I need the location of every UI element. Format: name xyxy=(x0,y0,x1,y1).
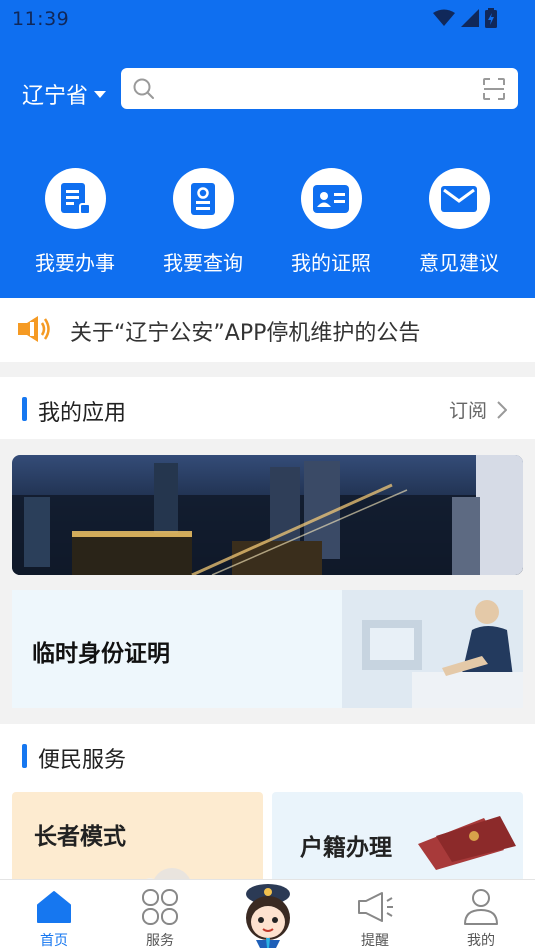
tab-mascot[interactable] xyxy=(228,880,308,951)
my-apps-section: 我的应用 订阅 xyxy=(0,377,535,439)
household-registration-card[interactable]: 户籍办理 xyxy=(272,792,523,892)
quick-action-feedback[interactable]: 意见建议 xyxy=(395,168,523,276)
tab-reminders[interactable]: 提醒 xyxy=(335,880,415,951)
temporary-id-banner[interactable]: 临时身份证明 xyxy=(12,590,523,708)
chevron-right-icon xyxy=(497,400,507,419)
tab-home-label: 首页 xyxy=(40,933,68,949)
scan-icon[interactable] xyxy=(483,78,505,100)
quick-action-label: 我要查询 xyxy=(163,251,243,275)
bottom-tab-bar: 首页 服务 提醒 我的 xyxy=(0,879,535,951)
tab-services[interactable]: 服务 xyxy=(120,880,200,951)
temporary-id-title: 临时身份证明 xyxy=(32,641,170,667)
signal-icon xyxy=(461,9,479,27)
query-icon xyxy=(172,168,234,229)
notice-text: 关于“辽宁公安”APP停机维护的公告 xyxy=(70,321,421,346)
services-grid-icon xyxy=(141,888,179,926)
elder-mode-card[interactable]: 长者模式 xyxy=(12,792,263,892)
battery-icon xyxy=(485,8,497,28)
quick-action-label: 我要办事 xyxy=(35,251,115,275)
section-marker xyxy=(22,397,27,421)
status-icons xyxy=(433,8,497,28)
services-section: 便民服务 长者模式 户籍办理 xyxy=(0,724,535,892)
quick-action-handle[interactable]: 我要办事 xyxy=(11,168,139,276)
quick-action-licenses[interactable]: 我的证照 xyxy=(267,168,395,276)
region-selector[interactable]: 辽宁省 xyxy=(22,78,107,110)
my-apps-title: 我的应用 xyxy=(38,401,127,426)
section-marker xyxy=(22,744,27,768)
user-icon xyxy=(463,888,499,926)
tab-home[interactable]: 首页 xyxy=(14,880,94,951)
wifi-icon xyxy=(433,9,455,26)
megaphone-icon xyxy=(356,888,394,926)
status-time: 11:39 xyxy=(12,8,70,30)
tab-profile[interactable]: 我的 xyxy=(441,880,521,951)
notice-bar[interactable]: 关于“辽宁公安”APP停机维护的公告 xyxy=(0,298,535,362)
quick-action-label: 意见建议 xyxy=(419,251,499,275)
speaker-icon xyxy=(18,316,50,342)
caret-down-icon xyxy=(94,90,107,98)
search-icon xyxy=(133,78,154,99)
search-input[interactable] xyxy=(121,68,518,109)
home-icon xyxy=(36,888,72,926)
quick-action-query[interactable]: 我要查询 xyxy=(139,168,267,276)
hukou-booklet-icon xyxy=(418,816,516,870)
services-title: 便民服务 xyxy=(38,748,127,773)
household-registration-label: 户籍办理 xyxy=(300,835,392,861)
document-icon xyxy=(44,168,106,229)
quick-action-label: 我的证照 xyxy=(291,251,371,275)
region-label: 辽宁省 xyxy=(22,84,89,109)
tab-reminders-label: 提醒 xyxy=(361,933,389,949)
subscribe-label: 订阅 xyxy=(448,400,487,422)
app-header: 11:39 辽宁省 我要办事 我要查询 我的证照 意见建议 xyxy=(0,0,535,298)
subscribe-link[interactable]: 订阅 xyxy=(449,396,507,423)
police-mascot-icon xyxy=(236,882,300,948)
quick-actions: 我要办事 我要查询 我的证照 意见建议 xyxy=(0,168,535,276)
elder-mode-label: 长者模式 xyxy=(34,824,126,850)
id-card-icon xyxy=(300,168,362,229)
mail-icon xyxy=(428,168,490,229)
tab-services-label: 服务 xyxy=(146,933,174,949)
city-banner-image[interactable] xyxy=(12,455,523,575)
tab-profile-label: 我的 xyxy=(467,933,495,949)
